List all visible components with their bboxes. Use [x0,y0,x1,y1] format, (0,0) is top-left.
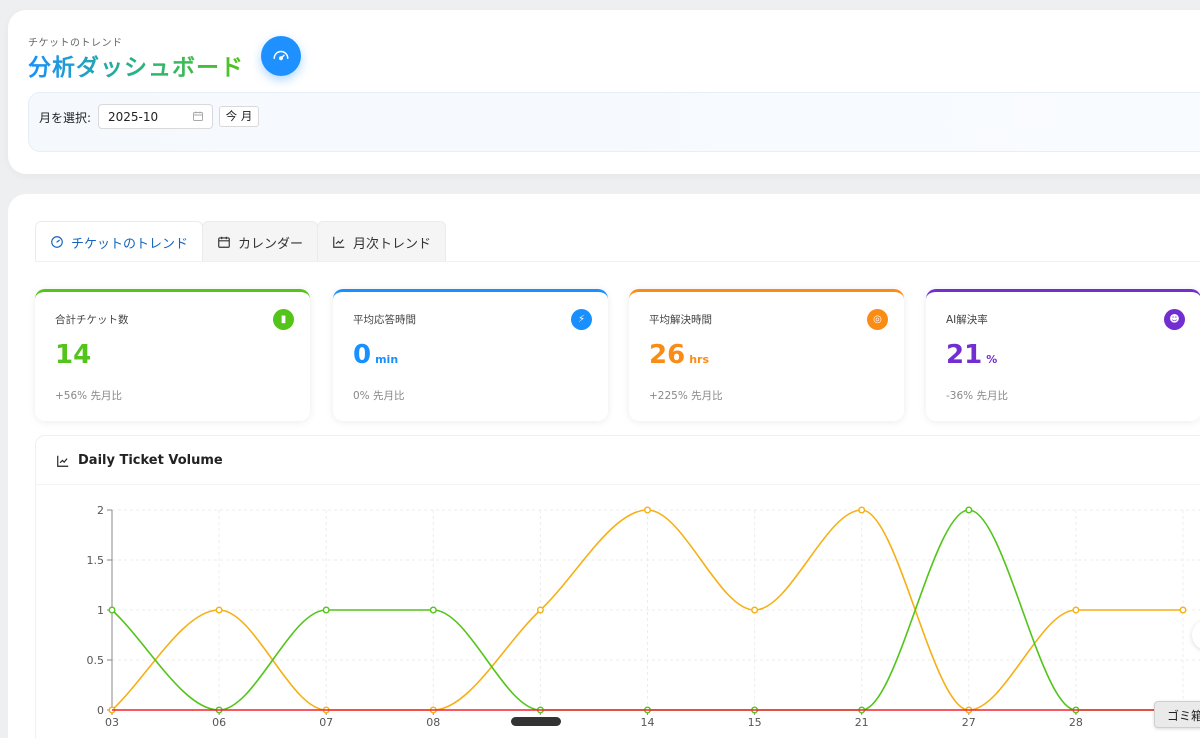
month-picker-value: 2025-10 [108,110,159,124]
x-tick-label: 06 [212,716,226,729]
month-filter-bar: 月を選択: 2025-10 今 月 [28,92,1200,152]
stat-change: +56% 先月比 [55,390,122,402]
x-tick-label: 15 [748,716,762,729]
stat-label: 平均解決時間 [649,314,712,326]
tab-bar: チケットのトレンド カレンダー 月次トレンド [35,221,447,262]
line-chart-icon [333,236,345,248]
header-card: チケットのトレンド 分析ダッシュボード 月を選択: 2025-10 今 月 [8,10,1200,174]
calendar-icon [218,236,230,248]
y-tick-label: 1.5 [87,554,105,567]
daily-ticket-line-chart: 00.511.5203060708131415212728 [87,504,1200,729]
stat-label: 合計チケット数 [55,314,129,326]
tab-label: チケットのトレンド [71,236,189,252]
data-point [429,606,437,614]
bar-chart-icon: ▮ [273,309,294,330]
y-tick-label: 0 [97,704,104,717]
x-tick-label: 28 [1069,716,1083,729]
stat-value: 21% [946,340,998,370]
lightning-icon: ⚡ [571,309,592,330]
tab-monthly-trend[interactable]: 月次トレンド [317,221,447,262]
data-point [108,606,116,614]
stat-card-resolution-time: 平均解決時間 ◎ 26 hrs +225% 先月比 [629,289,904,421]
stat-value: 0 min [353,340,399,370]
trash-tooltip: ゴミ箱 [1154,701,1200,728]
stat-label: 平均応答時間 [353,314,416,326]
dashboard-button[interactable] [261,36,301,76]
x-tick-label: 08 [426,716,440,729]
tab-label: カレンダー [238,236,304,252]
data-point [965,506,973,514]
stat-change: +225% 先月比 [649,390,723,402]
stat-label: AI解決率 [946,314,988,326]
stat-value: 14 [55,340,92,370]
page-title: 分析ダッシュボード [28,48,244,82]
stat-value: 26 hrs [649,340,709,370]
x-tick-label: 07 [319,716,333,729]
data-point [536,606,544,614]
stat-change: -36% 先月比 [946,390,1008,402]
daily-ticket-chart-card: Daily Ticket Volume 00.511.5203060708131… [35,435,1200,738]
data-point [1072,606,1080,614]
scroll-indicator[interactable] [511,717,561,726]
x-tick-label: 14 [641,716,655,729]
stat-change: 0% 先月比 [353,390,405,402]
data-point [1179,606,1187,614]
calendar-icon [193,111,203,121]
page-subtitle: チケットのトレンド [28,38,123,49]
y-tick-label: 0.5 [87,654,105,667]
stat-card-ai-resolution: AI解決率 ☻ 21% -36% 先月比 [926,289,1200,421]
stat-card-total-tickets: 合計チケット数 ▮ 14 +56% 先月比 [35,289,310,421]
x-tick-label: 27 [962,716,976,729]
dashboard-icon [51,236,63,248]
main-card: チケットのトレンド カレンダー 月次トレンド 合計チケット数 ▮ 14 +56%… [8,194,1200,738]
month-select-label: 月を選択: [39,111,92,125]
data-point [858,506,866,514]
target-icon: ◎ [867,309,888,330]
x-tick-label: 21 [855,716,869,729]
tab-label: 月次トレンド [353,236,432,252]
data-point [322,606,330,614]
robot-icon: ☻ [1164,309,1185,330]
y-tick-label: 2 [97,504,104,517]
data-point [215,606,223,614]
data-point [751,606,759,614]
stat-card-response-time: 平均応答時間 ⚡ 0 min 0% 先月比 [333,289,608,421]
tab-divider [35,261,1200,262]
dashboard-icon [273,50,289,61]
month-picker-input[interactable]: 2025-10 [98,104,213,129]
x-tick-label: 03 [105,716,119,729]
y-tick-label: 1 [97,604,104,617]
this-month-button[interactable]: 今 月 [219,106,259,127]
tab-calendar[interactable]: カレンダー [202,221,319,262]
tab-ticket-trend[interactable]: チケットのトレンド [35,221,204,262]
data-point [644,506,652,514]
